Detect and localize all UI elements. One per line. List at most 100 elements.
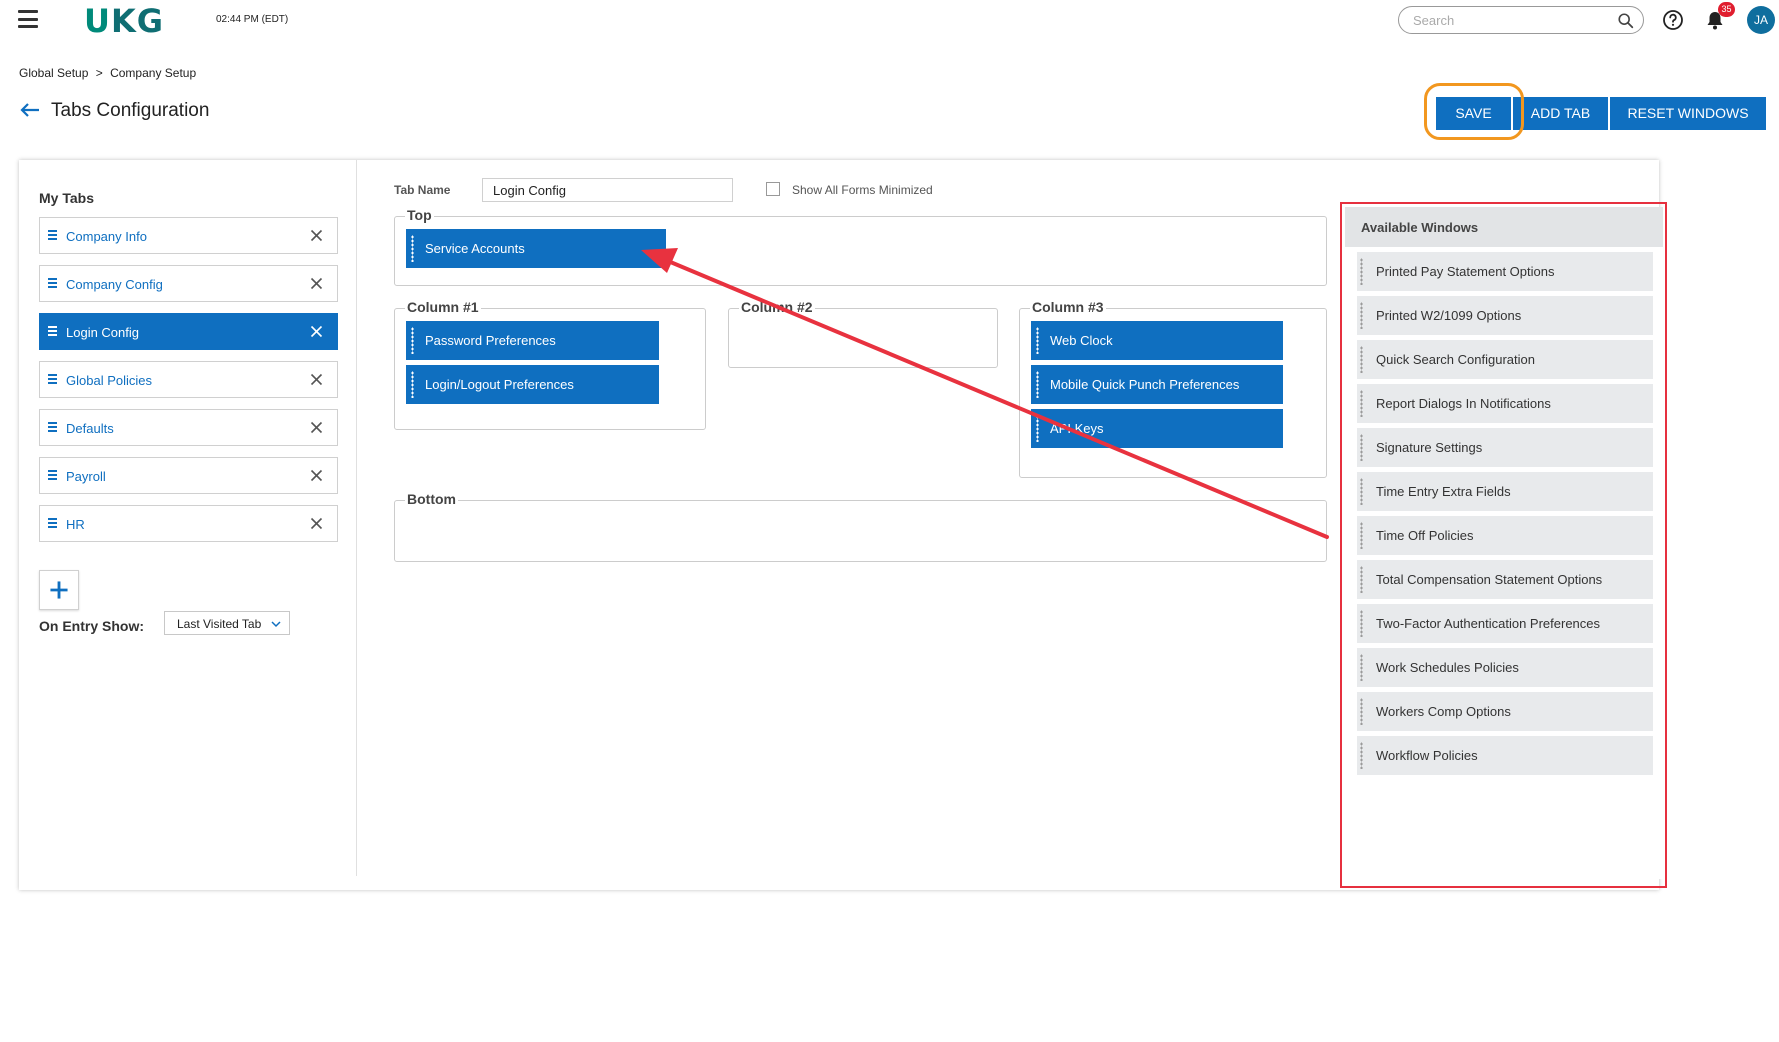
drag-handle-icon[interactable] [1360, 390, 1363, 417]
drag-handle-icon[interactable] [1360, 742, 1363, 769]
breadcrumb-company-setup[interactable]: Company Setup [110, 66, 196, 80]
close-icon[interactable] [310, 469, 323, 482]
zone-bottom: Bottom [394, 491, 1327, 562]
tab-item-label: Global Policies [66, 373, 152, 388]
drag-handle-icon[interactable] [1360, 522, 1363, 549]
available-window-time-off-policies[interactable]: Time Off Policies [1357, 516, 1653, 555]
hamburger-icon[interactable] [18, 10, 38, 28]
breadcrumb-global-setup[interactable]: Global Setup [19, 66, 88, 80]
available-window-work-schedules-policies[interactable]: Work Schedules Policies [1357, 648, 1653, 687]
help-icon[interactable] [1662, 9, 1684, 31]
drag-handle-icon[interactable] [1360, 258, 1363, 285]
tab-item-defaults[interactable]: Defaults [39, 409, 338, 446]
window-service-accounts[interactable]: Service Accounts [406, 229, 666, 268]
add-tab-plus-button[interactable] [39, 570, 79, 610]
drag-handle-icon[interactable] [1360, 346, 1363, 373]
plus-icon [50, 581, 68, 599]
save-button[interactable]: SAVE [1436, 97, 1511, 130]
zone-top: Top Service Accounts [394, 207, 1327, 286]
window-web-clock[interactable]: Web Clock [1031, 321, 1283, 360]
drag-handle-icon[interactable] [1360, 478, 1363, 505]
window-label: API Keys [1050, 421, 1104, 436]
available-window-report-dialogs-in-notifications[interactable]: Report Dialogs In Notifications [1357, 384, 1653, 423]
show-minimized-checkbox[interactable] [766, 182, 780, 196]
available-window-workers-comp-options[interactable]: Workers Comp Options [1357, 692, 1653, 731]
close-icon[interactable] [310, 229, 323, 242]
available-window-total-compensation-statement-options[interactable]: Total Compensation Statement Options [1357, 560, 1653, 599]
available-window-label: Total Compensation Statement Options [1376, 572, 1603, 587]
chevron-down-icon [271, 621, 281, 628]
zone-legend: Column #1 [405, 299, 481, 315]
drag-handle-icon[interactable] [48, 374, 57, 384]
drag-handle-icon[interactable] [1360, 302, 1363, 329]
available-window-label: Printed W2/1099 Options [1376, 308, 1522, 323]
available-window-two-factor-authentication-preferences[interactable]: Two-Factor Authentication Preferences [1357, 604, 1653, 643]
available-window-label: Signature Settings [1376, 440, 1483, 455]
avatar[interactable]: JA [1747, 6, 1775, 34]
window-label: Login/Logout Preferences [425, 377, 574, 392]
close-icon[interactable] [310, 421, 323, 434]
reset-windows-button[interactable]: RESET WINDOWS [1610, 97, 1766, 130]
zone-legend: Column #2 [739, 299, 815, 315]
close-icon[interactable] [310, 277, 323, 290]
tab-item-global-policies[interactable]: Global Policies [39, 361, 338, 398]
breadcrumb: Global Setup > Company Setup [19, 66, 200, 80]
drag-handle-icon[interactable] [48, 422, 57, 432]
search-icon[interactable] [1617, 12, 1635, 30]
window-label: Web Clock [1050, 333, 1113, 348]
drag-handle-icon[interactable] [411, 371, 414, 398]
zone-legend: Column #3 [1030, 299, 1106, 315]
drag-handle-icon[interactable] [48, 326, 57, 336]
drag-handle-icon[interactable] [48, 470, 57, 480]
drag-handle-icon[interactable] [48, 518, 57, 528]
window-password-preferences[interactable]: Password Preferences [406, 321, 659, 360]
close-icon[interactable] [310, 325, 323, 338]
available-window-quick-search-configuration[interactable]: Quick Search Configuration [1357, 340, 1653, 379]
available-window-time-entry-extra-fields[interactable]: Time Entry Extra Fields [1357, 472, 1653, 511]
window-label: Service Accounts [425, 241, 525, 256]
available-window-printed-pay-statement-options[interactable]: Printed Pay Statement Options [1357, 252, 1653, 291]
available-window-signature-settings[interactable]: Signature Settings [1357, 428, 1653, 467]
drag-handle-icon[interactable] [1360, 434, 1363, 461]
tab-item-label: HR [66, 517, 85, 532]
tab-item-payroll[interactable]: Payroll [39, 457, 338, 494]
drag-handle-icon[interactable] [1036, 327, 1039, 354]
available-windows-panel: Available Windows Printed Pay Statement … [1345, 207, 1663, 879]
show-minimized-label: Show All Forms Minimized [792, 183, 933, 197]
drag-handle-icon[interactable] [48, 230, 57, 240]
search-input[interactable] [1413, 12, 1613, 28]
tab-item-company-info[interactable]: Company Info [39, 217, 338, 254]
drag-handle-icon[interactable] [411, 235, 414, 262]
zone-column-3: Column #3 Web Clock Mobile Quick Punch Pr… [1019, 299, 1327, 478]
drag-handle-icon[interactable] [48, 278, 57, 288]
panel-divider [356, 160, 357, 876]
tab-name-label: Tab Name [394, 183, 451, 197]
back-arrow-icon[interactable] [19, 101, 41, 119]
tab-item-login-config[interactable]: Login Config [39, 313, 338, 350]
ukg-logo[interactable]: UKG [84, 2, 164, 40]
drag-handle-icon[interactable] [1036, 415, 1039, 442]
window-api-keys[interactable]: API Keys [1031, 409, 1283, 448]
drag-handle-icon[interactable] [1036, 371, 1039, 398]
tab-item-company-config[interactable]: Company Config [39, 265, 338, 302]
drag-handle-icon[interactable] [1360, 698, 1363, 725]
close-icon[interactable] [310, 373, 323, 386]
tab-item-hr[interactable]: HR [39, 505, 338, 542]
drag-handle-icon[interactable] [1360, 654, 1363, 681]
on-entry-select[interactable]: Last Visited Tab [164, 611, 290, 635]
tab-name-input[interactable] [482, 178, 733, 202]
available-window-printed-w2-1099-options[interactable]: Printed W2/1099 Options [1357, 296, 1653, 335]
window-login-logout-preferences[interactable]: Login/Logout Preferences [406, 365, 659, 404]
my-tabs-heading: My Tabs [39, 190, 94, 206]
available-window-workflow-policies[interactable]: Workflow Policies [1357, 736, 1653, 775]
search-box [1398, 6, 1644, 34]
close-icon[interactable] [310, 517, 323, 530]
window-mobile-quick-punch-preferences[interactable]: Mobile Quick Punch Preferences [1031, 365, 1283, 404]
drag-handle-icon[interactable] [411, 327, 414, 354]
zone-column-1: Column #1 Password Preferences Login/Logo… [394, 299, 706, 430]
drag-handle-icon[interactable] [1360, 610, 1363, 637]
drag-handle-icon[interactable] [1360, 566, 1363, 593]
window-label: Mobile Quick Punch Preferences [1050, 377, 1240, 392]
available-windows-heading: Available Windows [1345, 207, 1663, 247]
add-tab-button[interactable]: ADD TAB [1513, 97, 1608, 130]
